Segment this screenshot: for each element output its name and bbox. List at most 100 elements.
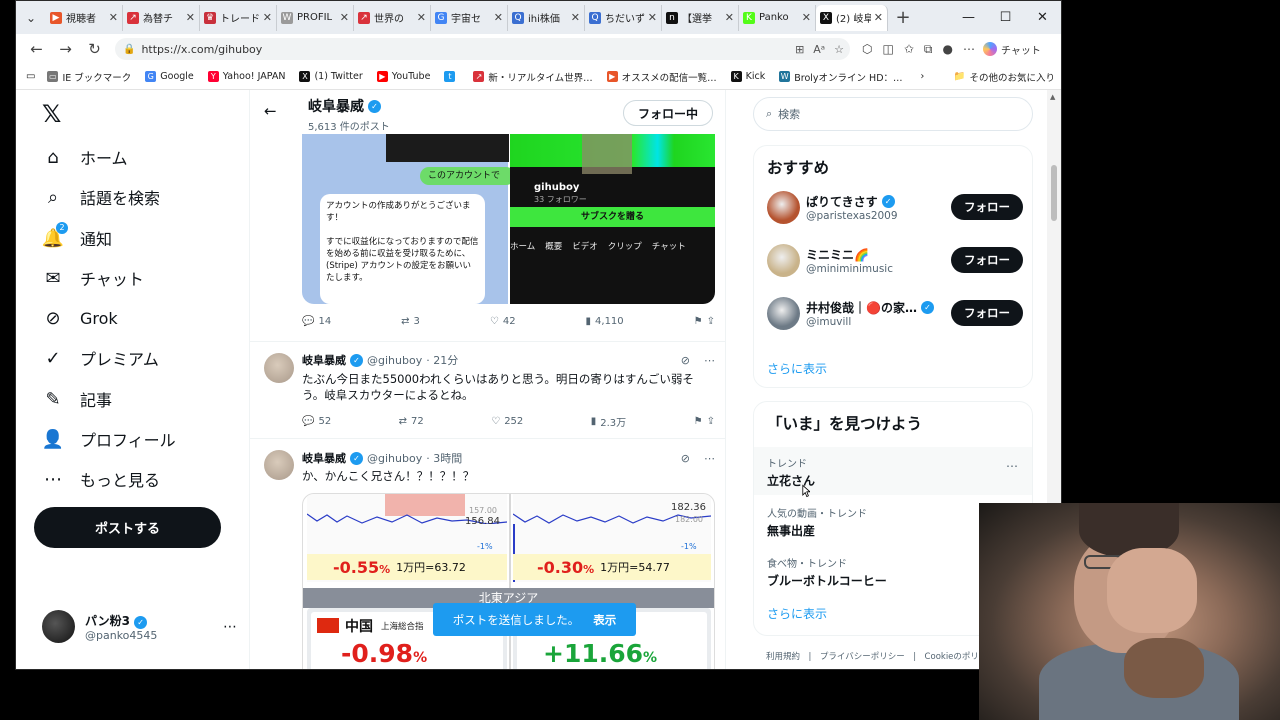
follow-button[interactable]: フォロー [951,194,1023,220]
tab-close-icon[interactable]: ✕ [263,11,272,24]
browser-tab[interactable]: G 宇宙セ ✕ [431,4,508,31]
reading-list-icon[interactable]: ▭ [26,71,35,82]
tweet-handle[interactable]: @gihuboy [367,354,422,367]
grok-icon[interactable]: ⊘ [681,354,690,367]
browser-tab[interactable]: ↗ 為替チ ✕ [123,4,200,31]
bookmark-item[interactable]: ▭ IE ブックマーク [47,70,131,84]
bookmark-item[interactable]: ↗ 新・リアルタイム世界… [473,70,593,84]
account-switcher[interactable]: パン粉3 ✓ @panko4545 ⋯ [42,610,237,643]
tab-close-icon[interactable]: ✕ [874,11,883,24]
bookmarks-overflow-icon[interactable]: › [921,71,925,82]
tweet-media-image[interactable]: このアカウントで アカウントの作成ありがとうございます！ すでに収益化になってお… [302,134,715,304]
browser-tab[interactable]: Q ちだいず ✕ [585,4,662,31]
tweet-author-name[interactable]: 岐阜暴威 [302,450,346,466]
split-screen-icon[interactable]: ◫ [882,42,893,56]
follow-button[interactable]: フォロー [951,247,1023,273]
back-button[interactable]: ← [22,40,51,58]
tab-list-button[interactable]: ⌄ [16,1,46,34]
recommendation-item[interactable]: 井村俊哉｜🔴の家… ✓ @imuvill フォロー [767,295,1023,331]
back-arrow-icon[interactable]: ← [264,102,277,120]
browser-tab[interactable]: ♛ トレード ✕ [200,4,277,31]
retweet-button[interactable]: ⇄ 72 [399,416,424,427]
x-logo-icon[interactable]: 𝕏 [42,100,61,128]
tweet-media-image[interactable]: 157.00 156.84 -1% -0.55% 1万円=63.72 182.3… [302,493,715,669]
more-icon[interactable]: ⋯ [1006,459,1018,473]
collections-icon[interactable]: ⧉ [924,42,933,57]
show-more-link[interactable]: さらに表示 [767,360,827,377]
show-more-link[interactable]: さらに表示 [767,605,827,622]
nav-item[interactable]: ⌕ 話題を検索 [42,185,160,209]
scroll-up-icon[interactable]: ▲ [1050,93,1055,101]
bookmark-item[interactable]: ▶ オススメの配信一覧… [606,70,717,84]
tab-close-icon[interactable]: ✕ [494,11,503,24]
favorite-star-icon[interactable]: ☆ [834,43,844,56]
like-button[interactable]: ♡ 252 [491,416,523,427]
reply-button[interactable]: 💬 52 [302,416,331,427]
minimize-icon[interactable]: — [950,1,987,34]
tweet-time[interactable]: · 3時間 [426,450,462,466]
grok-icon[interactable]: ⊘ [681,452,690,465]
tweet-author-name[interactable]: 岐阜暴威 [302,352,346,368]
other-favorites[interactable]: 📁 その他のお気に入り [954,70,1055,84]
recommendation-item[interactable]: ぱりてきさす ✓ @paristexas2009 フォロー [767,189,1023,225]
more-icon[interactable]: ⋯ [704,452,715,465]
views-button[interactable]: ▮ 2.3万 [591,414,626,429]
browser-tab[interactable]: n 【選挙 ✕ [662,4,739,31]
more-icon[interactable]: ⋯ [704,354,715,367]
views-button[interactable]: ▮ 4,110 [586,316,624,327]
bookmark-item[interactable]: W Brolyオンライン HD：… [779,70,903,84]
favorites-icon[interactable]: ✩ [904,42,914,56]
nav-item[interactable]: ✓ プレミアム [42,346,158,370]
following-button[interactable]: フォロー中 [622,100,713,126]
nav-item[interactable]: 🔔 2 通知 [42,222,112,250]
bookmark-icon[interactable]: ⚑ [694,316,703,327]
profile-icon[interactable]: ● [942,42,952,56]
extensions-icon[interactable]: ⬡ [862,42,872,56]
browser-tab[interactable]: ↗ 世界の ✕ [354,4,431,31]
share-icon[interactable]: ⇪ [707,416,715,427]
tab-close-icon[interactable]: ✕ [571,11,580,24]
bookmark-item[interactable]: t [444,71,459,82]
tab-close-icon[interactable]: ✕ [109,11,118,24]
nav-item[interactable]: ⌂ ホーム [42,145,127,169]
maximize-icon[interactable]: ☐ [987,1,1024,34]
bookmark-item[interactable]: X (1) Twitter [299,71,363,82]
tab-close-icon[interactable]: ✕ [648,11,657,24]
forward-button[interactable]: → [51,40,80,58]
nav-item[interactable]: 👤 プロフィール [42,427,176,451]
nav-item[interactable]: ✉ チャット [42,266,143,290]
reply-button[interactable]: 💬 14 [302,316,331,327]
close-window-icon[interactable]: ✕ [1024,1,1061,34]
search-input[interactable]: ⌕ 検索 [753,97,1033,131]
browser-tab[interactable]: K Panko ✕ [739,4,816,31]
reload-button[interactable]: ↻ [80,40,109,58]
browser-tab[interactable]: Qihi株価 ✕ [508,4,585,31]
url-field[interactable]: 🔒 https://x.com/gihuboy ⊞ Aᵃ ☆ [115,38,850,60]
bookmark-icon[interactable]: ⚑ [694,416,703,427]
share-icon[interactable]: ⇪ [707,316,715,327]
browser-tab[interactable]: ▶ 視聴者 ✕ [46,4,123,31]
copilot-chat-button[interactable]: チャット [982,42,1041,57]
nav-item[interactable]: ✎ 記事 [42,387,112,411]
tab-close-icon[interactable]: ✕ [417,11,426,24]
tab-close-icon[interactable]: ✕ [340,11,349,24]
more-icon[interactable]: ⋯ [223,619,237,635]
avatar[interactable] [264,450,294,480]
like-button[interactable]: ♡ 42 [490,316,516,327]
tweet-handle[interactable]: @gihuboy [367,452,422,465]
read-aloud-icon[interactable]: Aᵃ [813,43,825,56]
tab-close-icon[interactable]: ✕ [186,11,195,24]
tab-close-icon[interactable]: ✕ [725,11,734,24]
follow-button[interactable]: フォロー [951,300,1023,326]
footer-links[interactable]: 利用規約 | プライバシーポリシー | Cookieのポリ [766,650,979,662]
bookmark-item[interactable]: K Kick [730,71,765,82]
nav-item[interactable]: ⊘ Grok [42,307,117,329]
tweet-time[interactable]: · 21分 [426,352,458,368]
browser-tab[interactable]: W PROFIL ✕ [277,4,354,31]
retweet-button[interactable]: ⇄ 3 [401,316,420,327]
scrollbar-thumb[interactable] [1051,165,1057,221]
app-icon[interactable]: ⊞ [795,43,804,56]
recommendation-item[interactable]: ミニミニ🌈 @miniminimusic フォロー [767,242,1023,278]
browser-tab[interactable]: X (2) 岐阜 ✕ [816,4,888,31]
toast-view-link[interactable]: 表示 [593,612,616,628]
